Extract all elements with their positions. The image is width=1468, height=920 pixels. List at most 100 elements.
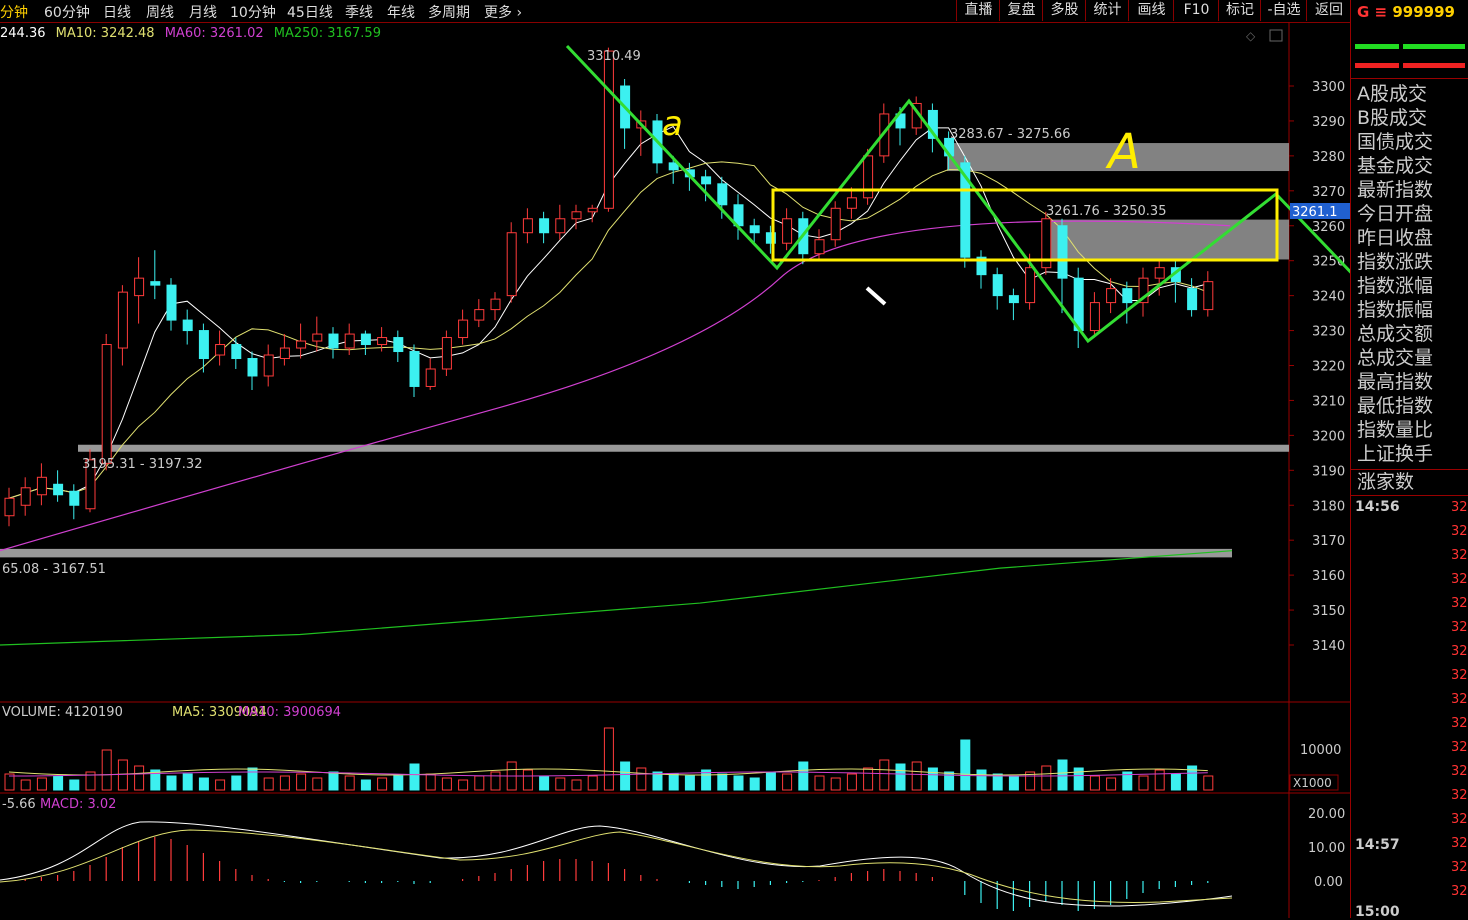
volume-bar (101, 749, 112, 791)
candle (490, 292, 501, 321)
volume-bar (765, 771, 776, 791)
stat-item: 指数涨幅 (1357, 275, 1434, 297)
candle (636, 110, 647, 156)
volume-bars (4, 727, 1214, 791)
stat-item: 今日开盘 (1357, 203, 1434, 225)
tick-price: 32 (1451, 524, 1468, 539)
volume-bar (53, 775, 64, 791)
volume-bar (69, 779, 80, 791)
candle (976, 250, 987, 289)
stat-item: 国债成交 (1357, 131, 1434, 153)
volume-bar (360, 779, 371, 791)
bar-indicator-2 (1403, 44, 1465, 49)
yaxis-label: 3300 (1312, 80, 1345, 95)
handwritten-a: a (662, 104, 683, 144)
tick-price: 32 (1451, 572, 1468, 587)
time-1: 14:56 (1355, 499, 1400, 515)
kline-chart[interactable]: 3300329032803270326032503240323032203210… (0, 0, 1350, 918)
candle (1073, 267, 1084, 349)
volume-bar (976, 769, 987, 791)
candle (134, 257, 145, 324)
volume-bar (312, 777, 323, 791)
window-icon (1269, 29, 1283, 42)
volume-bar (425, 773, 436, 791)
volume-bar (636, 767, 647, 791)
tick-price: 32 (1451, 860, 1468, 875)
macd-tick-10: 10.00 (1308, 841, 1345, 856)
candle (506, 222, 517, 303)
yaxis-label: 3190 (1312, 464, 1345, 479)
candle (4, 487, 15, 527)
candle (539, 211, 550, 244)
tick-price: 32 (1451, 668, 1468, 683)
volume-bar (198, 777, 209, 791)
volume-bar (733, 775, 744, 791)
trend-zigzag (565, 44, 1350, 344)
volume-bar (668, 773, 679, 791)
stat-item: 指数量比 (1357, 419, 1434, 441)
tick-price: 32 (1451, 716, 1468, 731)
tick-price: 32 (1451, 692, 1468, 707)
yaxis-label: 3210 (1312, 394, 1345, 409)
tick-price: 32 (1451, 788, 1468, 803)
volume-bar (830, 777, 841, 791)
candle (733, 194, 744, 240)
volume-bar (911, 761, 922, 791)
volume-bar (1041, 765, 1052, 791)
volume-tick: 10000 (1300, 743, 1341, 758)
ma250-line (0, 550, 1233, 646)
volume-bar (895, 763, 906, 791)
volume-bar (1057, 759, 1068, 791)
bar-indicator-4 (1403, 63, 1465, 68)
volume-bar (587, 775, 598, 791)
volume-bar (409, 763, 420, 791)
volume-bar (279, 775, 290, 791)
volume-ma10: MA10: 3900694 (238, 705, 341, 720)
candle (1203, 271, 1214, 317)
volume-label: VOLUME: 4120190 (2, 705, 123, 720)
volume-bar (474, 775, 485, 791)
yaxis-label: 3260 (1312, 220, 1345, 235)
volume-bar (1154, 769, 1165, 791)
candle (782, 208, 793, 251)
candle (1170, 260, 1181, 303)
yaxis-label: 3220 (1312, 360, 1345, 375)
volume-bar (814, 775, 825, 791)
volume-bar (263, 777, 274, 791)
tick-price: 32 (1451, 500, 1468, 515)
yaxis-label: 3240 (1312, 290, 1345, 305)
tick-price: 32 (1451, 548, 1468, 563)
volume-bar (846, 773, 857, 791)
volume-bar (571, 779, 582, 791)
tick-price: 32 (1451, 596, 1468, 611)
candle (1187, 278, 1198, 317)
volume-bar (603, 727, 614, 791)
handwritten-A: A (1105, 124, 1141, 180)
zone-upper-label: 3283.67 - 3275.66 (950, 127, 1070, 142)
candle (69, 484, 80, 520)
candle (296, 323, 307, 359)
candle (53, 470, 64, 502)
bar-indicator-3 (1355, 63, 1399, 68)
index-code[interactable]: G ≡ 999999 (1357, 3, 1455, 21)
candle (1138, 267, 1149, 317)
candle (20, 477, 31, 516)
candle (36, 463, 47, 506)
volume-bar (749, 777, 760, 791)
volume-bar (166, 775, 177, 791)
volume-unit: X1000 (1293, 776, 1332, 790)
zone-mid-label: 3261.76 - 3250.35 (1046, 204, 1166, 219)
yaxis-label: 3140 (1312, 639, 1345, 654)
macd-dea-line (0, 829, 1233, 903)
zone-low2 (0, 548, 1232, 558)
volume-bar (1170, 773, 1181, 791)
candle (425, 358, 436, 390)
tick-price: 32 (1451, 764, 1468, 779)
yaxis-label: 3180 (1312, 499, 1345, 514)
candle (198, 323, 209, 373)
zone-low1 (78, 444, 1289, 452)
volume-bar (490, 771, 501, 791)
candle (263, 344, 274, 387)
zone-low1-label: 3195.31 - 3197.32 (82, 457, 202, 472)
time-2: 14:57 (1355, 837, 1400, 853)
